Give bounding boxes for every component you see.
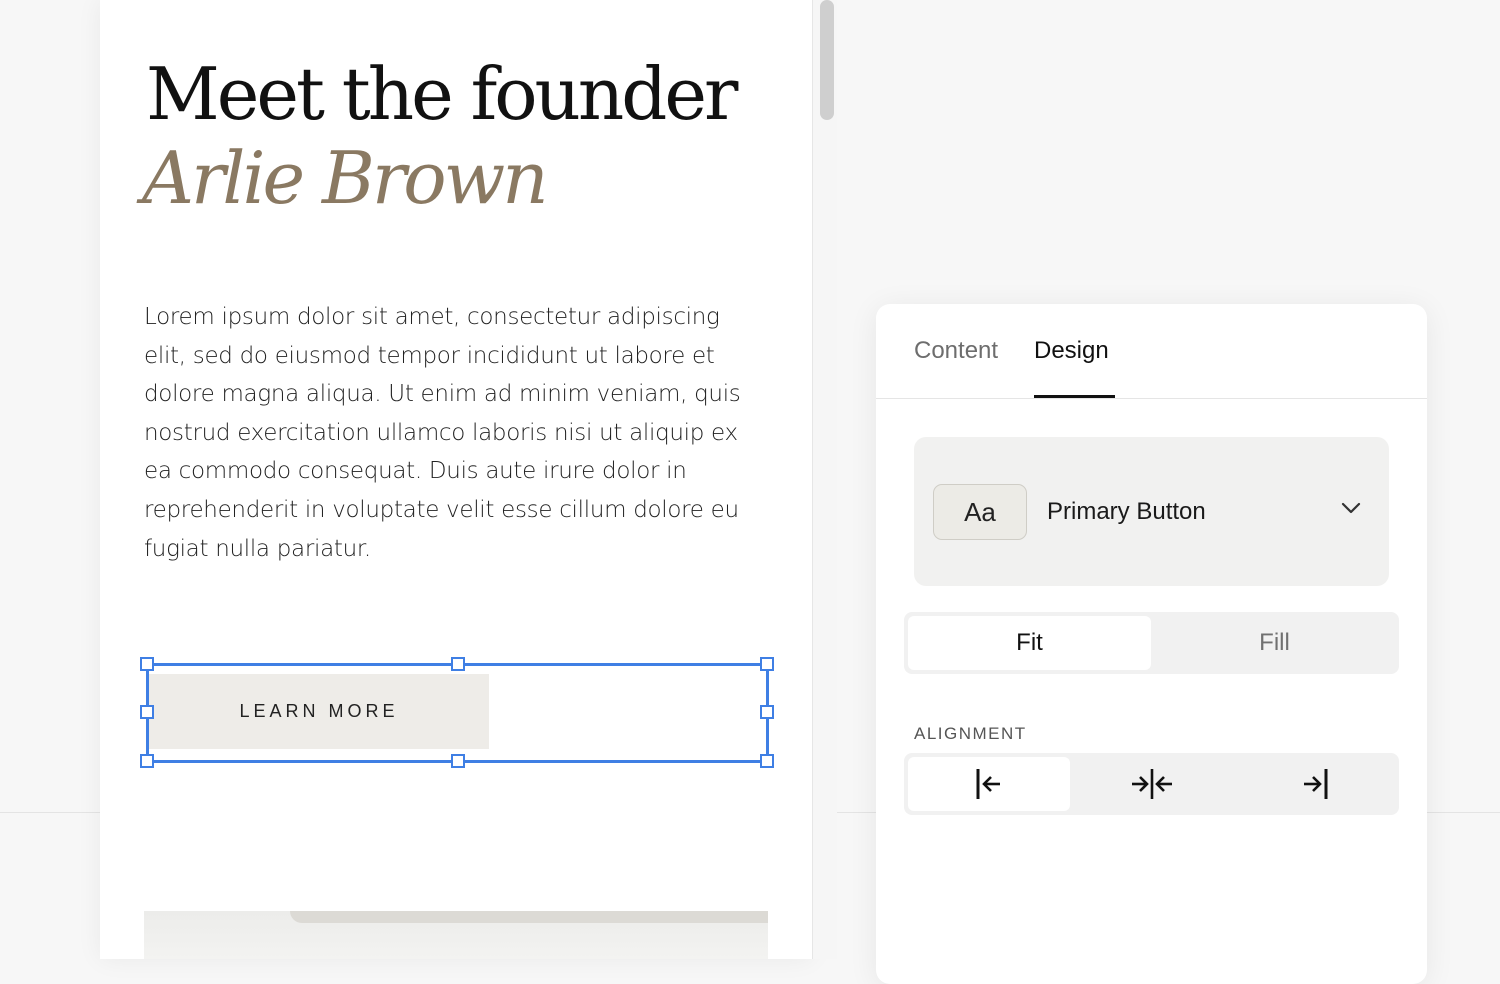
page-heading[interactable]: Meet the founder Arlie Brown [142,52,738,220]
resize-handle-middle-left[interactable] [140,705,154,719]
scrollbar-track[interactable] [812,0,837,959]
design-panel: Content Design Aa Primary Button Fit Fil… [876,304,1427,984]
heading-name: Arlie Brown [142,136,549,220]
resize-handle-top-right[interactable] [760,657,774,671]
heading-title: Meet the founder [146,52,738,136]
button-block[interactable]: LEARN MORE [140,657,774,768]
tab-content[interactable]: Content [914,337,998,365]
alignment-label: ALIGNMENT [914,724,1027,743]
active-tab-indicator [1034,395,1115,398]
width-toggle: Fit Fill [904,612,1399,674]
button-style-select[interactable]: Aa Primary Button [914,437,1389,586]
resize-handle-top-left[interactable] [140,657,154,671]
tab-design[interactable]: Design [1034,337,1109,365]
resize-handle-top-center[interactable] [451,657,465,671]
alignment-toggle [904,753,1399,815]
image-block[interactable] [144,911,768,959]
selection-outline [146,663,769,763]
page-preview: Meet the founder Arlie Brown Lorem ipsum… [100,0,812,959]
scrollbar-thumb[interactable] [820,0,834,120]
align-center-icon [1132,769,1172,799]
align-left-button[interactable] [908,757,1070,811]
resize-handle-bottom-left[interactable] [140,754,154,768]
style-select-value: Primary Button [1047,498,1206,525]
resize-handle-bottom-right[interactable] [760,754,774,768]
style-preview-chip: Aa [933,484,1027,540]
body-paragraph[interactable]: Lorem ipsum dolor sit amet, consectetur … [144,298,766,568]
resize-handle-middle-right[interactable] [760,705,774,719]
align-right-icon [1303,769,1327,799]
chevron-down-icon [1341,502,1361,514]
align-left-icon [976,769,1000,799]
fit-option[interactable]: Fit [908,616,1151,670]
align-right-button[interactable] [1234,757,1395,811]
align-center-button[interactable] [1072,757,1232,811]
panel-tabs: Content Design [876,304,1427,399]
resize-handle-bottom-center[interactable] [451,754,465,768]
fill-option[interactable]: Fill [1154,616,1395,670]
